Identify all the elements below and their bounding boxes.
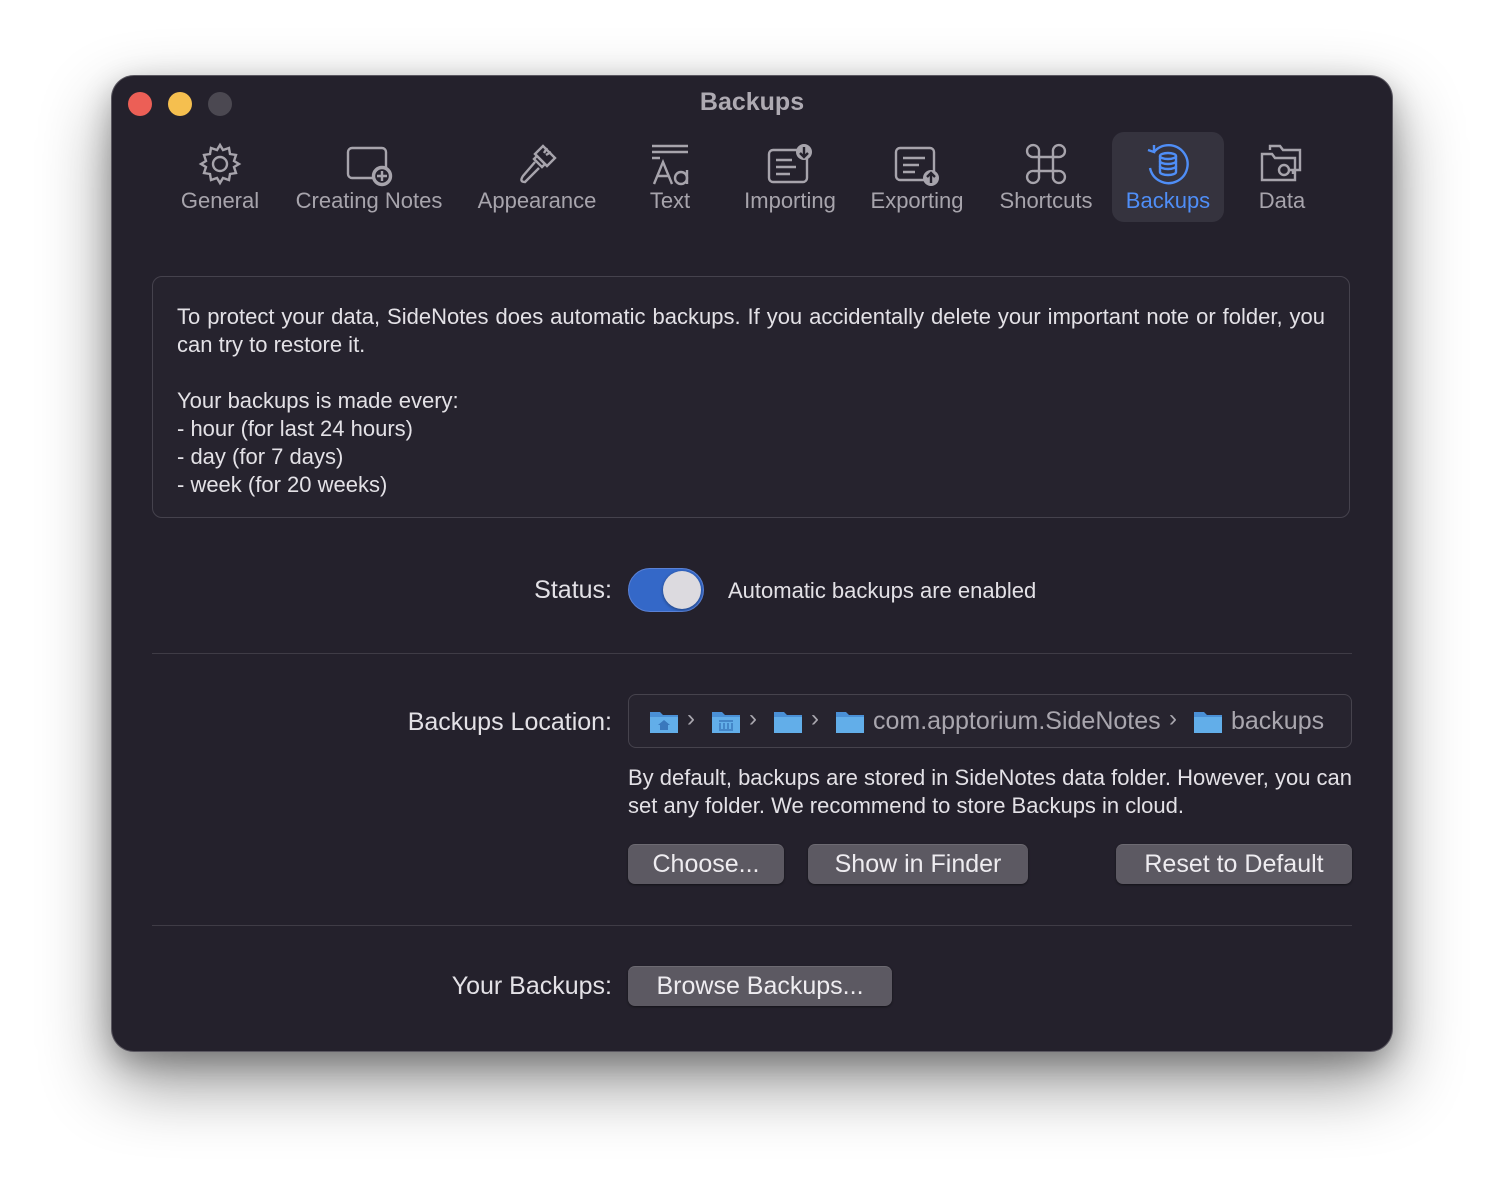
backup-database-icon (1147, 143, 1189, 185)
choose-folder-button[interactable]: Choose... (628, 844, 784, 884)
preferences-window: Backups General Creating Notes Appearanc… (112, 76, 1392, 1051)
show-in-finder-button[interactable]: Show in Finder (808, 844, 1028, 884)
tab-label: Text (649, 188, 691, 213)
info-schedule-title: Your backups is made every: (177, 388, 459, 413)
import-icon (767, 144, 812, 184)
backups-location-description: By default, backups are stored in SideNo… (628, 765, 1352, 818)
tab-label: Importing (744, 188, 836, 213)
chevron-right-icon: › (1169, 705, 1177, 732)
tab-label: Backups (1125, 188, 1211, 213)
data-folders-icon (1260, 144, 1302, 182)
your-backups-label: Your Backups: (451, 972, 612, 1000)
reset-to-default-button[interactable]: Reset to Default (1116, 844, 1352, 884)
tab-label: Creating Notes (295, 188, 443, 213)
chevron-right-icon: › (749, 705, 757, 732)
folder-icon (1194, 712, 1222, 733)
backups-location-path-control[interactable]: › › › com.apptorium.SideNotes › backups (628, 694, 1352, 748)
folder-icon (836, 712, 864, 733)
section-divider (152, 653, 1352, 654)
info-schedule-item: - day (for 7 days) (177, 444, 344, 469)
status-text: Automatic backups are enabled (728, 578, 1037, 603)
tab-label: Data (1258, 188, 1306, 213)
section-divider (152, 925, 1352, 926)
tab-data[interactable]: Data (1234, 132, 1330, 222)
toggle-knob (663, 571, 701, 609)
chevron-right-icon: › (811, 705, 819, 732)
tab-label: General (180, 188, 260, 213)
path-crumb-text: backups (1231, 707, 1325, 735)
library-folder-icon (712, 712, 740, 733)
gear-icon (198, 142, 242, 186)
export-icon (894, 146, 939, 186)
backups-location-label: Backups Location: (407, 708, 612, 736)
window-title: Backups (699, 88, 805, 116)
tab-creating-notes[interactable]: Creating Notes (282, 132, 456, 222)
tab-general[interactable]: General (168, 132, 272, 222)
text-format-icon (652, 144, 689, 186)
automatic-backups-toggle[interactable] (628, 568, 704, 612)
preferences-toolbar: General Creating Notes Appearance Text I… (112, 132, 1392, 224)
tab-label: Exporting (870, 188, 964, 213)
tab-text[interactable]: Text (618, 132, 722, 222)
tab-appearance[interactable]: Appearance (466, 132, 608, 222)
paintbrush-icon (520, 144, 557, 184)
path-crumb-text: com.apptorium.SideNotes (873, 707, 1161, 735)
status-label: Status: (534, 576, 612, 604)
path-crumb-sidenotes[interactable]: com.apptorium.SideNotes (835, 695, 1165, 747)
info-schedule-item: - hour (for last 24 hours) (177, 416, 413, 441)
home-folder-icon (650, 712, 678, 733)
command-icon (1025, 143, 1067, 185)
backup-info-box: To protect your data, SideNotes does aut… (152, 276, 1350, 518)
chevron-right-icon: › (687, 705, 695, 732)
tab-label: Appearance (477, 188, 597, 213)
tab-backups[interactable]: Backups (1112, 132, 1224, 222)
tab-label: Shortcuts (999, 188, 1093, 213)
note-plus-icon (346, 146, 393, 187)
info-schedule-item: - week (for 20 weeks) (177, 472, 388, 497)
folder-icon (774, 712, 802, 733)
info-intro: To protect your data, SideNotes does aut… (177, 304, 1325, 357)
tab-exporting[interactable]: Exporting (858, 132, 976, 222)
tab-shortcuts[interactable]: Shortcuts (986, 132, 1106, 222)
browse-backups-button[interactable]: Browse Backups... (628, 966, 892, 1006)
tab-importing[interactable]: Importing (732, 132, 848, 222)
